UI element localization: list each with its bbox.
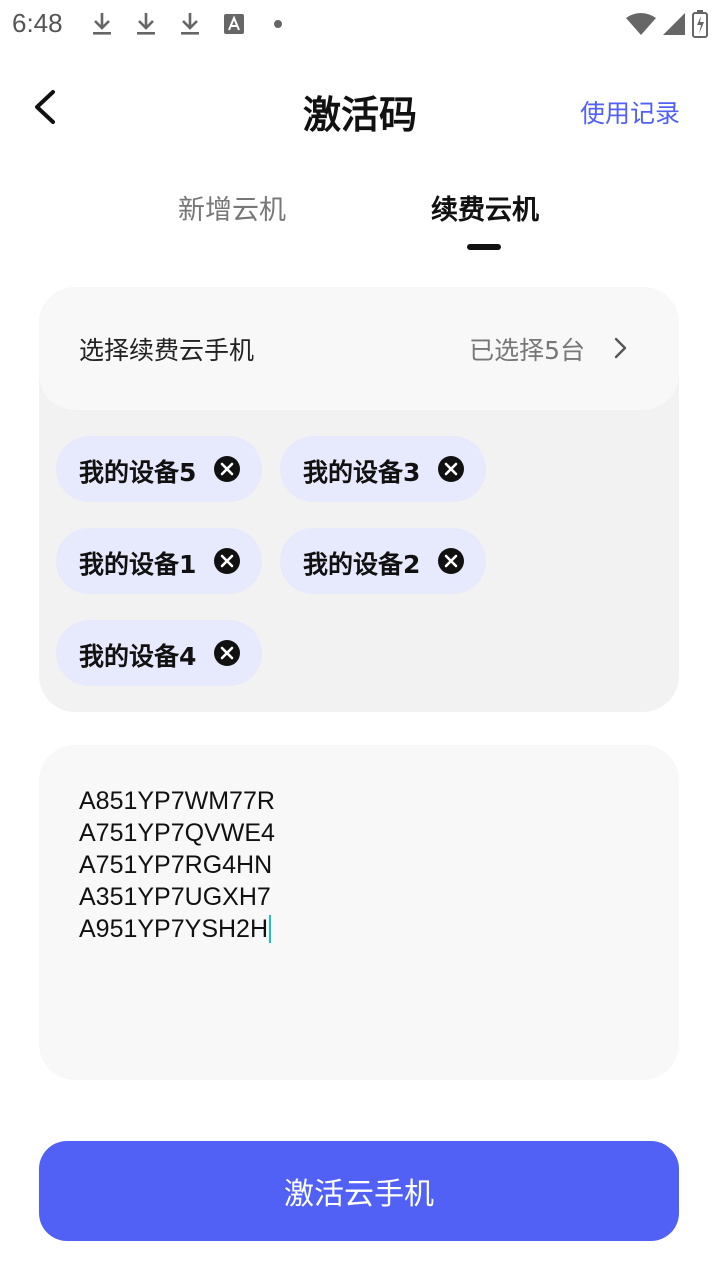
text-cursor: [269, 915, 272, 943]
device-chip-label: 我的设备1: [79, 550, 197, 579]
active-tab-indicator: [467, 244, 501, 250]
device-chip-label: 我的设备2: [303, 550, 421, 579]
device-selection-card: 选择续费云手机 已选择5台 我的设备5 我的设备3 我的设备1 我的设备2 我的…: [39, 287, 679, 712]
status-notification-icons: [88, 10, 308, 38]
activation-code-input[interactable]: A851YP7WM77R A751YP7QVWE4 A751YP7RG4HN A…: [39, 745, 679, 1080]
code-line: A351YP7UGXH7: [79, 883, 271, 911]
device-chip[interactable]: 我的设备2: [280, 528, 486, 594]
status-bar: 6:48: [0, 0, 720, 48]
device-chip-label: 我的设备5: [79, 458, 197, 487]
remove-icon[interactable]: [438, 456, 464, 482]
font-a-icon: [220, 10, 248, 38]
tab-new-cloud-phone[interactable]: 新增云机: [132, 188, 332, 227]
status-system-icons: [620, 10, 708, 38]
code-line: A851YP7WM77R: [79, 787, 275, 815]
download-icon: [88, 10, 116, 38]
code-line: A751YP7RG4HN: [79, 851, 273, 879]
remove-icon[interactable]: [438, 548, 464, 574]
usage-history-link[interactable]: 使用记录: [580, 94, 680, 130]
select-device-label: 选择续费云手机: [79, 336, 255, 365]
activate-cloud-phone-button[interactable]: 激活云手机: [39, 1141, 679, 1241]
battery-icon: [692, 10, 708, 38]
device-chip[interactable]: 我的设备4: [56, 620, 262, 686]
tab-bar: 新增云机 续费云机: [0, 178, 720, 258]
download-icon: [176, 10, 204, 38]
remove-icon[interactable]: [214, 640, 240, 666]
device-chip[interactable]: 我的设备1: [56, 528, 262, 594]
device-chip-label: 我的设备3: [303, 458, 421, 487]
header: 激活码 使用记录: [0, 64, 720, 154]
remove-icon[interactable]: [214, 456, 240, 482]
activation-code-text[interactable]: A851YP7WM77R A751YP7QVWE4 A751YP7RG4HN A…: [79, 785, 639, 945]
device-chip-label: 我的设备4: [79, 642, 197, 671]
tab-renew-cloud-phone[interactable]: 续费云机: [385, 188, 585, 227]
device-chip[interactable]: 我的设备5: [56, 436, 262, 502]
signal-icon: [662, 12, 686, 36]
selected-count: 已选择5台: [469, 336, 585, 365]
remove-icon[interactable]: [214, 548, 240, 574]
dot-icon: [264, 10, 292, 38]
status-time: 6:48: [12, 8, 63, 38]
select-renew-device-row[interactable]: 选择续费云手机 已选择5台: [39, 287, 679, 410]
download-icon: [132, 10, 160, 38]
device-chip[interactable]: 我的设备3: [280, 436, 486, 502]
code-line: A751YP7QVWE4: [79, 819, 275, 847]
code-line: A951YP7YSH2H: [79, 915, 269, 943]
wifi-icon: [626, 12, 656, 36]
chevron-right-icon: [611, 335, 631, 361]
